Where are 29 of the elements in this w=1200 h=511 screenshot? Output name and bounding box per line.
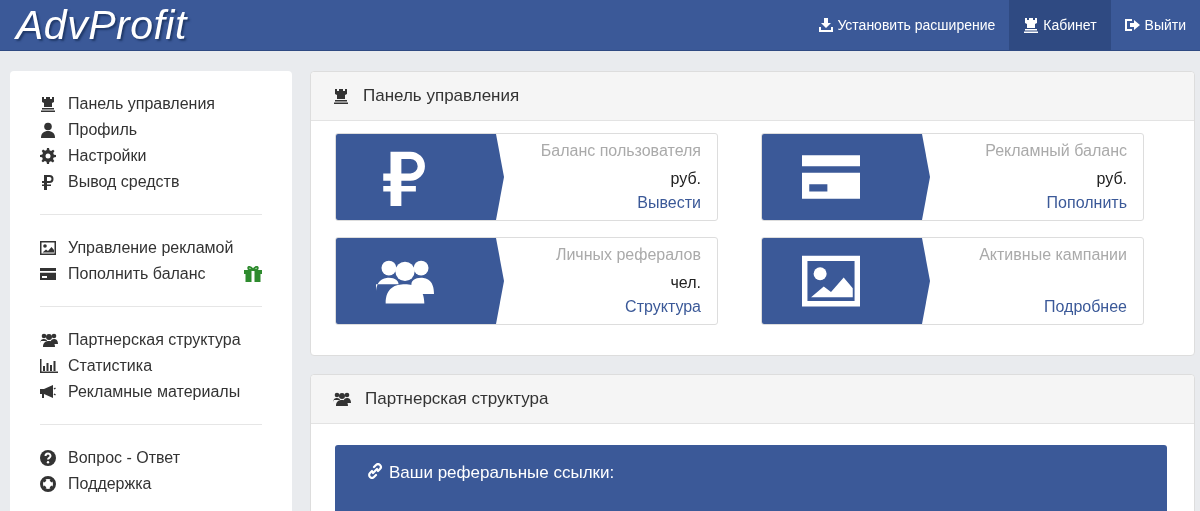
- panel-title: Панель управления: [363, 86, 520, 106]
- card-link[interactable]: Подробнее: [1044, 298, 1127, 316]
- card-link[interactable]: Пополнить: [1046, 194, 1127, 212]
- card-title: Баланс пользователя: [540, 142, 701, 160]
- sidebar-item[interactable]: Поддержка: [40, 473, 262, 495]
- box-title: Ваши реферальные ссылки:: [389, 463, 615, 483]
- logo[interactable]: AdvProfit: [0, 0, 187, 50]
- card-title: Активные кампании: [979, 246, 1127, 264]
- sidebar-item[interactable]: Пополнить баланс: [40, 263, 262, 285]
- unit-label: чел.: [670, 274, 701, 293]
- nav-link[interactable]: Выйти: [1110, 0, 1200, 50]
- sidebar-item[interactable]: Панель управления: [40, 93, 262, 115]
- card-link[interactable]: Вывести: [637, 194, 701, 212]
- sidebar-item[interactable]: Профиль: [40, 119, 262, 141]
- panel-title: Партнерская структура: [365, 389, 549, 409]
- sidebar-item[interactable]: Статистика: [40, 355, 262, 377]
- sidebar-item[interactable]: Вывод средств: [40, 171, 262, 193]
- unit-label: руб.: [670, 170, 701, 189]
- unit-label: руб.: [1096, 170, 1127, 189]
- card-link[interactable]: Структура: [625, 298, 701, 316]
- sidebar-item[interactable]: Рекламные материалы: [40, 381, 262, 403]
- sidebar-item[interactable]: Настройки: [40, 145, 262, 167]
- card-title: Личных рефералов: [555, 246, 701, 264]
- sidebar-item[interactable]: Управление рекламой: [40, 237, 262, 259]
- nav-link[interactable]: Установить расширение: [805, 0, 1010, 50]
- sidebar-item[interactable]: Партнерская структура: [40, 329, 262, 351]
- card-title: Рекламный баланс: [985, 142, 1127, 160]
- sidebar-item[interactable]: Вопрос - Ответ: [40, 447, 262, 469]
- nav-link[interactable]: Кабинет: [1009, 0, 1111, 50]
